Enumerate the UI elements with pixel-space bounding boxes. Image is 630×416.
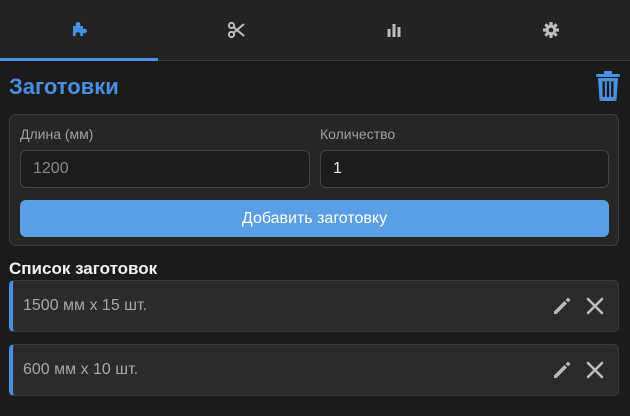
puzzle-icon <box>72 22 87 36</box>
tab-cutting[interactable] <box>158 0 316 60</box>
list-item-text: 1500 мм x 15 шт. <box>23 297 148 314</box>
tab-stats[interactable] <box>315 0 473 60</box>
close-icon[interactable] <box>586 297 604 315</box>
list-item: 600 мм x 10 шт. <box>9 344 619 396</box>
quantity-label: Количество <box>320 126 396 142</box>
page-title: Заготовки <box>9 74 119 99</box>
pencil-icon[interactable] <box>552 296 572 316</box>
tab-settings[interactable] <box>473 0 630 60</box>
tab-blanks[interactable] <box>0 0 158 61</box>
add-blank-form: Длина (мм) Количество Добавить заготовку <box>9 114 619 246</box>
close-icon[interactable] <box>586 361 604 379</box>
scissors-icon <box>228 21 245 39</box>
blank-list-title: Список заготовок <box>9 259 158 278</box>
length-input[interactable] <box>20 150 310 188</box>
add-blank-button[interactable]: Добавить заготовку <box>20 200 609 237</box>
gear-icon <box>543 22 560 38</box>
trash-icon[interactable] <box>595 70 621 102</box>
tab-bar <box>0 0 630 61</box>
pencil-icon[interactable] <box>552 360 572 380</box>
bar-chart-icon <box>387 24 401 37</box>
length-label: Длина (мм) <box>20 126 94 142</box>
quantity-input[interactable] <box>320 150 609 188</box>
list-item-text: 600 мм x 10 шт. <box>23 361 139 378</box>
section-header: Заготовки <box>9 70 621 104</box>
list-item: 1500 мм x 15 шт. <box>9 280 619 332</box>
